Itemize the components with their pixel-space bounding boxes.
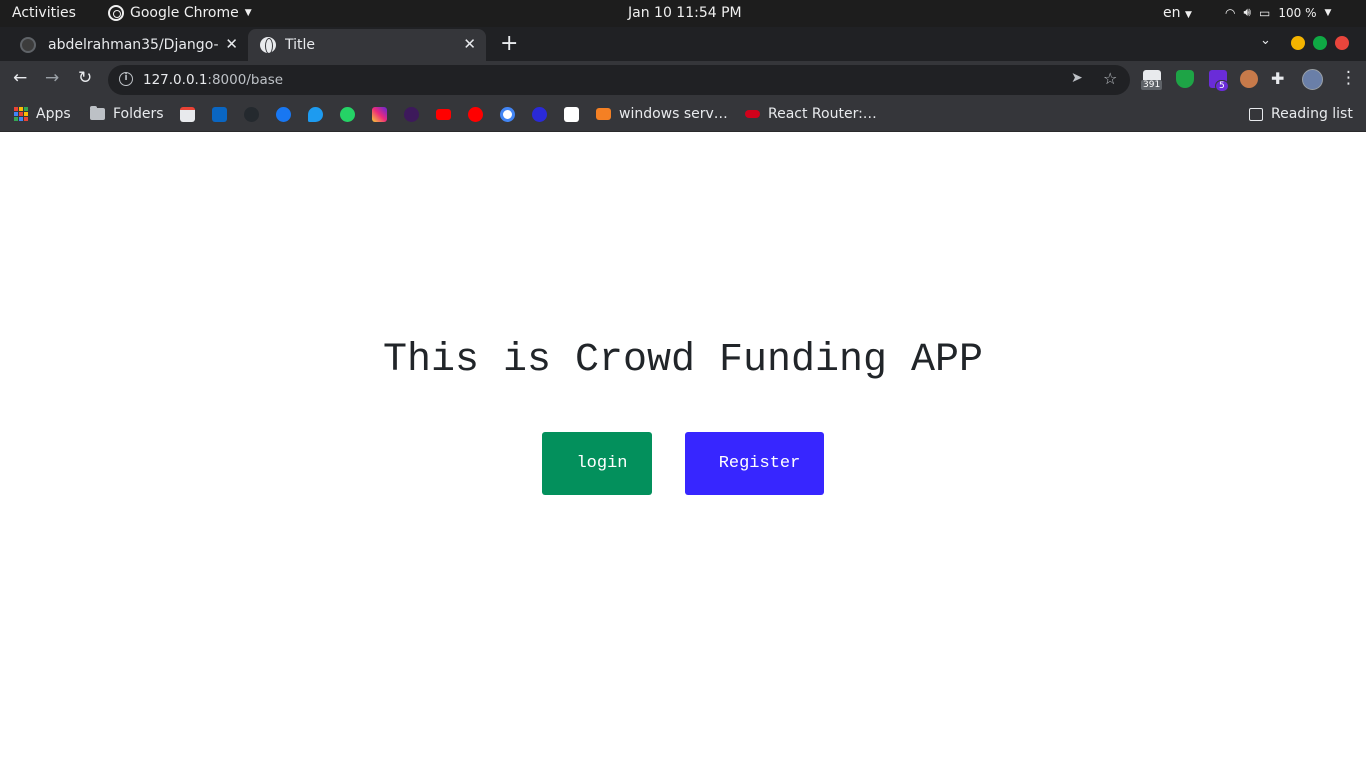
volume-icon: 🔊︎ (1243, 5, 1252, 19)
bookmark-premier-league[interactable] (404, 105, 419, 123)
reload-icon[interactable]: ↻ (78, 68, 92, 88)
wifi-icon: ◠ (1225, 5, 1236, 20)
caret-down-icon: ▼ (1184, 10, 1192, 20)
bookmark-label: Folders (113, 106, 164, 122)
whatsapp-icon (340, 106, 355, 122)
reading-list-icon (1249, 107, 1263, 121)
bookmark-github[interactable] (244, 105, 259, 123)
activities-button[interactable]: Activities (12, 5, 76, 21)
react-router-icon (745, 110, 760, 118)
caret-down-icon: ▼ (244, 8, 252, 18)
bookmark-label: React Router:… (768, 106, 877, 122)
chrome-icon (108, 5, 124, 21)
premier-league-icon (404, 106, 419, 122)
caret-down-icon: ▼ (1324, 7, 1332, 18)
bookmark-google[interactable] (500, 105, 515, 123)
reading-list-button[interactable]: Reading list (1249, 105, 1353, 123)
close-icon[interactable]: ✕ (463, 35, 476, 53)
bookmark-apps[interactable]: Apps (14, 105, 71, 123)
bookmark-coursera[interactable] (532, 105, 547, 123)
browser-toolbar: ← → ↻ i 127.0.0.1:8000/base ➤ ☆ 391 5 ✚ … (0, 61, 1366, 98)
tab-title: Title (285, 37, 316, 53)
folder-icon (90, 106, 105, 120)
language-indicator[interactable]: en ▼ (1163, 5, 1192, 21)
bookmark-star-icon[interactable]: ☆ (1103, 69, 1117, 88)
shield-extension-icon[interactable] (1176, 70, 1194, 88)
register-button[interactable]: Register (685, 432, 824, 495)
new-tab-icon[interactable]: + (500, 31, 518, 56)
gmail-badge: 391 (1141, 80, 1163, 90)
address-bar[interactable]: i 127.0.0.1:8000/base ➤ ☆ (108, 65, 1130, 95)
app-name: Google Chrome (130, 5, 239, 21)
purple-extension-icon[interactable]: 5 (1209, 70, 1229, 92)
bookmark-label: windows serv… (619, 106, 728, 122)
instagram-icon (372, 106, 387, 122)
profile-avatar[interactable] (1302, 69, 1323, 90)
github-icon (244, 106, 259, 122)
system-top-bar: Activities Google Chrome ▼ Jan 10 11:54 … (0, 0, 1366, 27)
bookmark-whatsapp[interactable] (340, 105, 355, 123)
bookmark-x[interactable] (564, 105, 579, 123)
tab-github[interactable]: abdelrahman35/Django-p ✕ (8, 29, 248, 61)
bookmark-instagram[interactable] (372, 105, 387, 123)
tab-active[interactable]: Title ✕ (248, 29, 486, 61)
facebook-icon (276, 106, 291, 122)
coursera-icon (532, 106, 547, 122)
login-button[interactable]: login (542, 432, 652, 495)
page-content: This is Crowd Funding APP login Register (0, 132, 1366, 768)
github-icon (20, 37, 36, 53)
bookmark-react-router[interactable]: React Router:… (745, 105, 877, 123)
system-menu[interactable]: ◠ 🔊︎ ▭ 100 % ▼ (1225, 5, 1331, 20)
bookmark-windows-server[interactable]: windows serv… (596, 105, 728, 123)
twitter-icon (308, 106, 323, 122)
close-icon[interactable]: ✕ (225, 35, 238, 53)
bookmark-youtube-music[interactable] (468, 105, 483, 123)
app-menu[interactable]: Google Chrome ▼ (108, 5, 252, 21)
back-arrow-icon[interactable]: ← (13, 68, 27, 88)
apps-grid-icon (14, 107, 28, 121)
url-path: :8000/base (207, 72, 284, 88)
send-icon[interactable]: ➤ (1071, 70, 1083, 86)
url-host: 127.0.0.1 (143, 72, 208, 88)
youtube-icon (436, 108, 451, 120)
minimize-button[interactable] (1291, 36, 1305, 50)
face-extension-icon[interactable] (1240, 70, 1258, 88)
tab-search-icon[interactable]: ⌄ (1260, 33, 1271, 48)
stackoverflow-icon (596, 108, 611, 120)
reading-list-label: Reading list (1271, 106, 1353, 122)
gmail-extension-icon[interactable]: 391 (1141, 70, 1163, 90)
site-info-icon[interactable]: i (119, 72, 133, 86)
url-text[interactable]: 127.0.0.1:8000/base (143, 72, 283, 88)
globe-icon (260, 37, 276, 54)
kebab-menu-icon[interactable]: ⋮ (1340, 68, 1357, 88)
bookmark-label: Apps (36, 106, 71, 122)
bookmark-facebook[interactable] (276, 105, 291, 123)
forward-arrow-icon[interactable]: → (45, 68, 59, 88)
window-close-button[interactable] (1335, 36, 1349, 50)
battery-icon: ▭ (1259, 5, 1271, 20)
tab-strip: abdelrahman35/Django-p ✕ Title ✕ + ⌄ (0, 27, 1366, 61)
bookmarks-bar: Apps Folders windows serv… React Router:… (0, 98, 1366, 132)
bookmark-folders[interactable]: Folders (90, 105, 164, 123)
linkedin-icon (212, 106, 227, 122)
battery-percent: 100 % (1278, 5, 1317, 20)
youtube-music-icon (468, 106, 483, 122)
bookmark-youtube[interactable] (436, 105, 451, 123)
maximize-button[interactable] (1313, 36, 1327, 50)
extensions-puzzle-icon[interactable]: ✚ (1271, 69, 1289, 88)
purple-extension-badge: 5 (1215, 80, 1229, 92)
language-label: en (1163, 5, 1181, 21)
bookmark-gmail[interactable] (180, 105, 195, 123)
tab-title: abdelrahman35/Django-p (48, 37, 218, 53)
bookmark-linkedin[interactable] (212, 105, 227, 123)
clock[interactable]: Jan 10 11:54 PM (628, 5, 742, 21)
x-icon (564, 106, 579, 122)
google-icon (500, 106, 515, 122)
gmail-icon (180, 106, 195, 122)
bookmark-twitter[interactable] (308, 105, 323, 123)
page-heading: This is Crowd Funding APP (382, 338, 984, 383)
